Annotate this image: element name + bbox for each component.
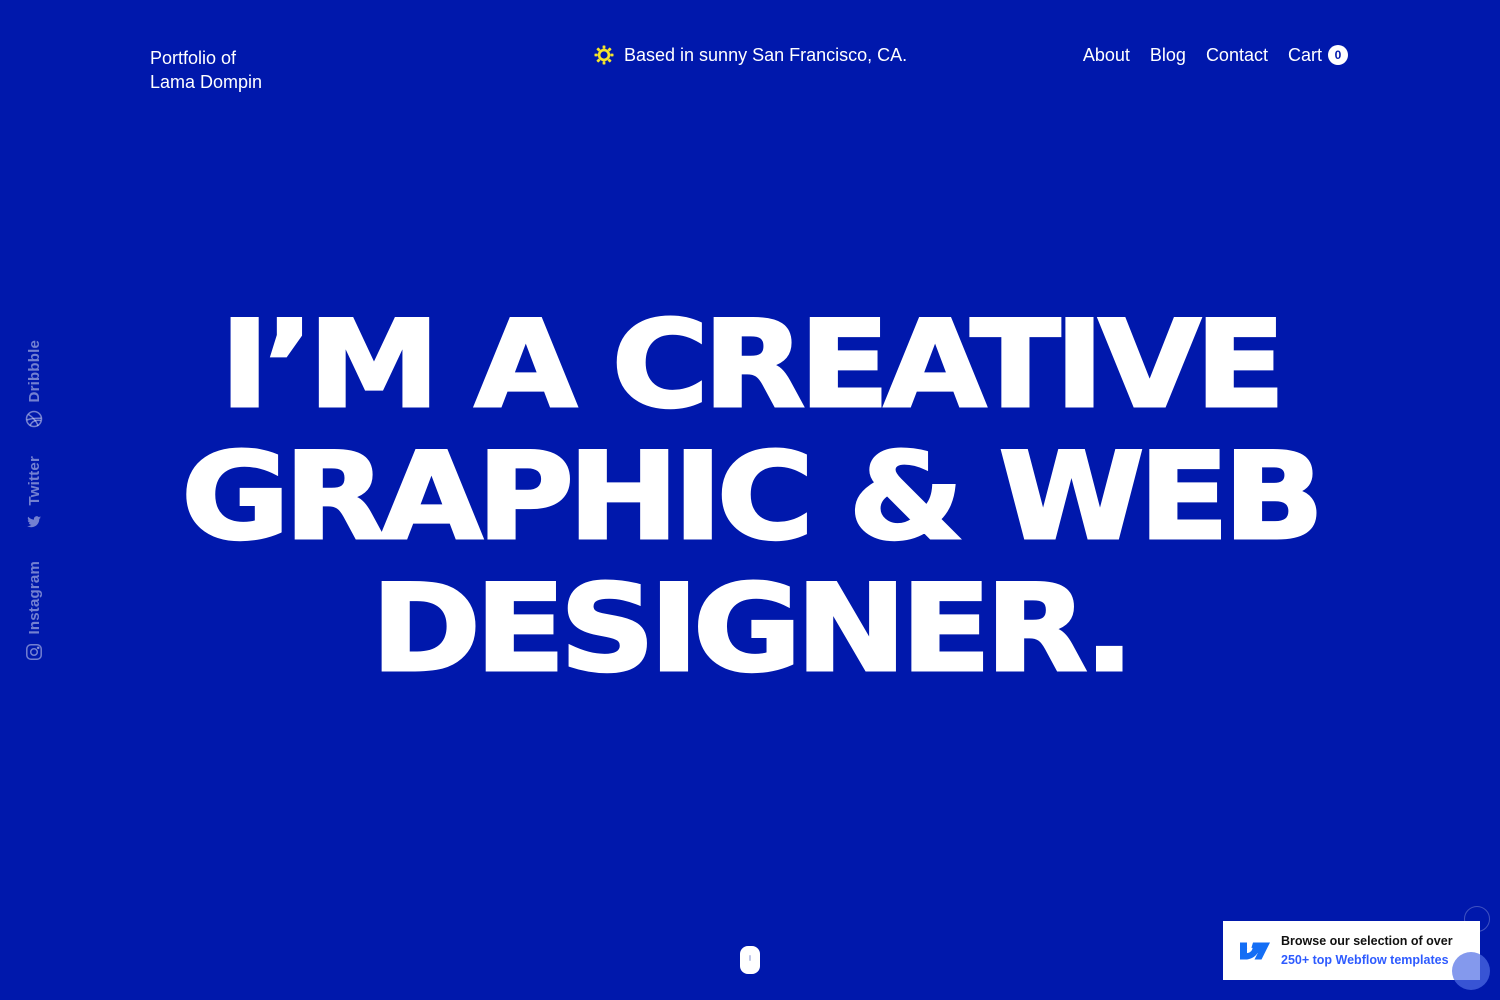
chat-bubble-button[interactable]: [1452, 952, 1490, 990]
brand-line-2: Lama Dompin: [150, 72, 263, 92]
brand-line-1: Portfolio of: [150, 48, 237, 68]
nav-contact-link[interactable]: Contact: [1206, 45, 1268, 66]
hero-heading: I’M A CREATIVE GRAPHIC & WEB DESIGNER.: [0, 296, 1500, 699]
main-nav: About Blog Contact Cart 0: [1083, 43, 1348, 67]
webflow-templates-banner[interactable]: Browse our selection of over 250+ top We…: [1223, 921, 1480, 980]
brand-title[interactable]: Portfolio of Lama Dompin: [150, 46, 262, 94]
hero-line-2: GRAPHIC & WEB: [180, 428, 1326, 567]
banner-text: Browse our selection of over 250+ top We…: [1281, 932, 1453, 970]
hero-line-1: I’M A CREATIVE: [218, 296, 1287, 435]
banner-line-2[interactable]: 250+ top Webflow templates: [1281, 951, 1453, 970]
scroll-down-indicator[interactable]: [740, 946, 760, 974]
location-tagline: Based in sunny San Francisco, CA.: [594, 43, 907, 67]
nav-blog-link[interactable]: Blog: [1150, 45, 1186, 66]
nav-about-link[interactable]: About: [1083, 45, 1130, 66]
location-text: Based in sunny San Francisco, CA.: [624, 44, 908, 65]
webflow-logo-icon: [1239, 941, 1271, 961]
cart-count-badge: 0: [1328, 45, 1348, 65]
hero-line-3: DESIGNER.: [370, 560, 1136, 699]
sun-icon: [594, 45, 614, 65]
cart-label: Cart: [1287, 44, 1322, 65]
banner-line-1: Browse our selection of over: [1281, 933, 1453, 948]
cart-button[interactable]: Cart 0: [1288, 45, 1348, 66]
